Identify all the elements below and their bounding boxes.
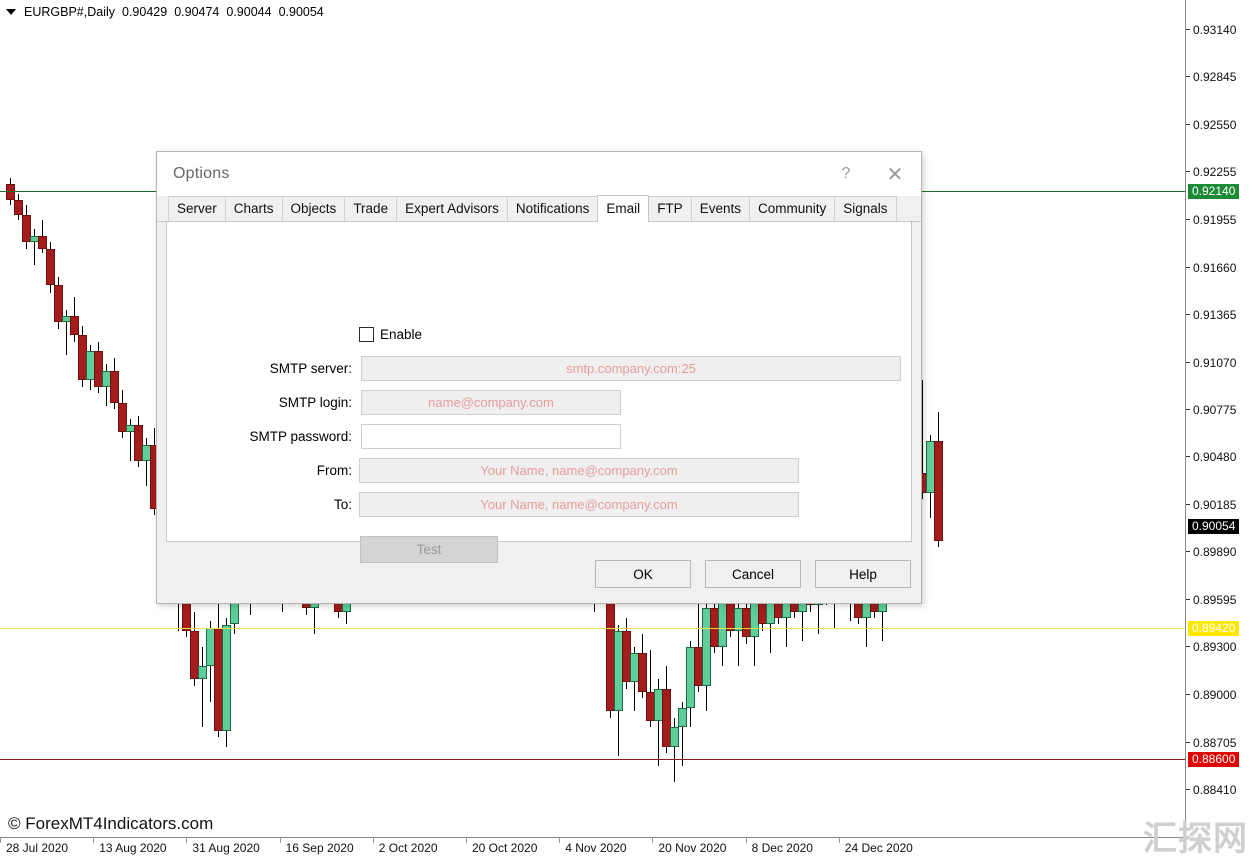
chart-symbol-header[interactable]: EURGBP#,Daily 0.90429 0.90474 0.90044 0.… (0, 0, 324, 24)
site-watermark: © ForexMT4Indicators.com (8, 814, 213, 834)
ohlc-low: 0.90044 (226, 5, 271, 19)
mt4-terminal-window: EURGBP#,Daily 0.90429 0.90474 0.90044 0.… (0, 0, 1252, 862)
tab-ftp[interactable]: FTP (648, 196, 692, 221)
field-label: SMTP server: (201, 361, 361, 376)
ok-button[interactable]: OK (595, 560, 691, 588)
time-tick-separator (0, 838, 1, 843)
candle-body (110, 371, 119, 403)
level-line (0, 759, 1186, 760)
options-dialog[interactable]: Options ? ✕ ServerChartsObjectsTradeExpe… (156, 151, 922, 604)
time-tick-separator (280, 838, 281, 843)
price-axis[interactable]: 0.931400.928450.925500.922550.919550.916… (1186, 0, 1252, 838)
ohlc-close: 0.90054 (279, 5, 324, 19)
candle-body (670, 727, 679, 746)
close-icon[interactable]: ✕ (869, 152, 921, 196)
field-row: To: Your Name, name@company.com (201, 492, 799, 517)
time-tick-label: 20 Nov 2020 (658, 841, 726, 855)
dialog-title: Options (173, 165, 230, 183)
price-label-last-price: 0.90054 (1188, 519, 1239, 534)
time-axis[interactable]: 28 Jul 2020 13 Aug 2020 31 Aug 2020 16 Sep … (0, 838, 1252, 862)
ohlc-values: 0.90429 0.90474 0.90044 0.90054 (122, 5, 324, 19)
candle-wick (34, 229, 35, 264)
tab-email[interactable]: Email (597, 195, 649, 222)
time-tick-label: 28 Jul 2020 (6, 841, 68, 855)
time-tick-separator (559, 838, 560, 843)
field-row: SMTP password: (201, 424, 621, 449)
chevron-down-icon[interactable] (6, 9, 16, 15)
candle-body (46, 249, 55, 286)
candle-body (38, 236, 47, 249)
time-tick-separator (186, 838, 187, 843)
candle-body (70, 316, 79, 335)
time-tick-separator (652, 838, 653, 843)
field-row: From: Your Name, name@company.com (201, 458, 799, 483)
dialog-title-buttons: ? ✕ (823, 152, 921, 196)
tab-signals[interactable]: Signals (834, 196, 896, 221)
time-tick-label: 20 Oct 2020 (472, 841, 537, 855)
help-button[interactable]: Help (815, 560, 911, 588)
enable-email-label: Enable (380, 327, 422, 342)
candle-body (222, 625, 231, 731)
input-smtp-login[interactable]: name@company.com (361, 390, 621, 415)
time-tick-label: 8 Dec 2020 (752, 841, 813, 855)
input-smtp-password[interactable] (361, 424, 621, 449)
dialog-titlebar: Options ? ✕ (157, 152, 921, 196)
candle-wick (202, 647, 203, 727)
field-label: To: (201, 497, 361, 512)
tab-charts[interactable]: Charts (225, 196, 283, 221)
price-label-level-green: 0.92140 (1188, 184, 1239, 199)
tab-server[interactable]: Server (168, 196, 226, 221)
time-tick-separator (466, 838, 467, 843)
placeholder-text: smtp.company.com:25 (566, 361, 696, 376)
time-tick-label: 13 Aug 2020 (99, 841, 166, 855)
tab-trade[interactable]: Trade (344, 196, 397, 221)
time-tick-separator (746, 838, 747, 843)
dialog-tab-bar[interactable]: ServerChartsObjectsTradeExpert AdvisorsN… (157, 196, 921, 222)
chart-symbol-label: EURGBP#,Daily (24, 5, 115, 19)
email-tab-panel: Enable SMTP server:smtp.company.com:25SM… (166, 222, 912, 542)
placeholder-text: name@company.com (428, 395, 554, 410)
ohlc-high: 0.90474 (174, 5, 219, 19)
tab-expert-advisors[interactable]: Expert Advisors (396, 196, 508, 221)
field-label: From: (201, 463, 361, 478)
candle-body (638, 653, 647, 692)
time-tick-label: 24 Dec 2020 (845, 841, 913, 855)
placeholder-text: Your Name, name@company.com (480, 497, 677, 512)
dialog-footer: OK Cancel Help (157, 545, 921, 603)
field-label: SMTP login: (201, 395, 361, 410)
time-tick-label: 4 Nov 2020 (565, 841, 626, 855)
field-row: SMTP server: smtp.company.com:25 (201, 356, 901, 381)
time-tick-label: 16 Sep 2020 (286, 841, 354, 855)
time-tick-separator (373, 838, 374, 843)
price-label-level-yellow: 0.89420 (1188, 621, 1239, 636)
time-tick-separator (93, 838, 94, 843)
field-label: SMTP password: (201, 429, 361, 444)
time-tick-separator (839, 838, 840, 843)
ohlc-open: 0.90429 (122, 5, 167, 19)
placeholder-text: Your Name, name@company.com (480, 463, 677, 478)
input-smtp-server[interactable]: smtp.company.com:25 (361, 356, 901, 381)
candle-body (6, 184, 15, 200)
level-line (0, 628, 1186, 629)
candle-body (678, 708, 687, 727)
help-icon[interactable]: ? (823, 152, 869, 196)
tab-events[interactable]: Events (691, 196, 750, 221)
tab-objects[interactable]: Objects (282, 196, 346, 221)
field-row: SMTP login: name@company.com (201, 390, 621, 415)
input-from[interactable]: Your Name, name@company.com (359, 458, 799, 483)
cancel-button[interactable]: Cancel (705, 560, 801, 588)
enable-email-checkbox[interactable] (359, 327, 374, 342)
time-tick-label: 31 Aug 2020 (192, 841, 259, 855)
time-tick-label: 2 Oct 2020 (379, 841, 438, 855)
price-label-level-red: 0.88600 (1188, 752, 1239, 767)
candle-body (934, 441, 943, 541)
cn-watermark: 汇探网 (1143, 811, 1248, 860)
enable-email-row[interactable]: Enable (359, 327, 422, 342)
tab-notifications[interactable]: Notifications (507, 196, 599, 221)
input-to[interactable]: Your Name, name@company.com (359, 492, 799, 517)
tab-community[interactable]: Community (749, 196, 835, 221)
candle-body (14, 200, 23, 214)
candle-body (198, 666, 207, 679)
